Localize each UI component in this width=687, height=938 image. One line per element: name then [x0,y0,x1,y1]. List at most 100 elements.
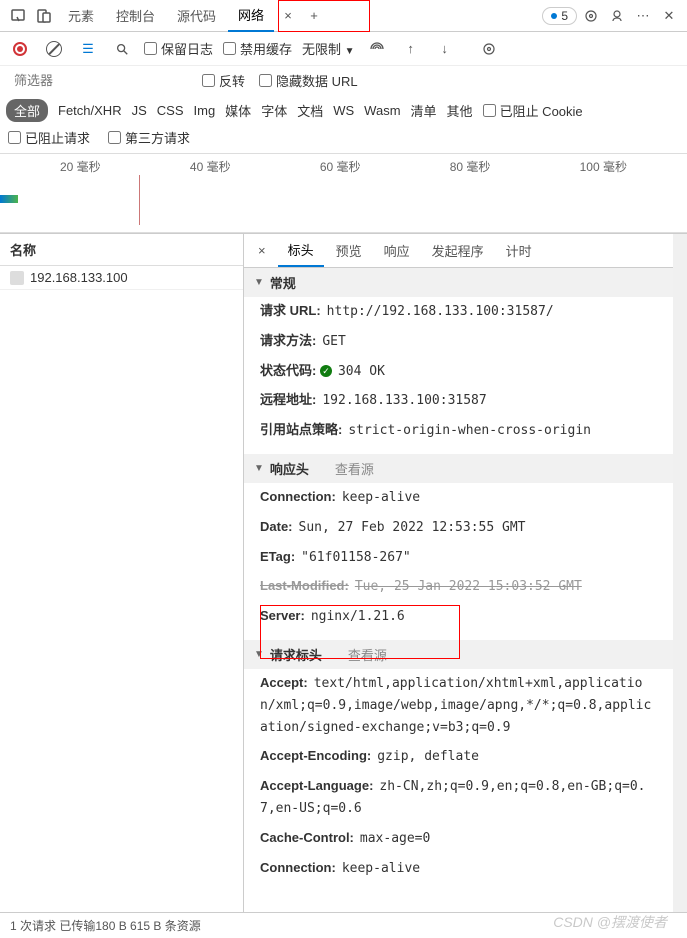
preserve-log-label: 保留日志 [161,39,213,58]
resp-connection-key: Connection: [260,489,336,504]
tab-elements[interactable]: 元素 [58,0,104,31]
tick-100: 100 毫秒 [580,158,627,175]
column-name-header[interactable]: 名称 [0,234,243,266]
device-icon[interactable] [32,4,56,28]
import-har-icon[interactable]: ↑ [399,37,423,61]
filter-input[interactable] [8,70,188,91]
feedback-icon[interactable] [605,4,629,28]
third-party-checkbox[interactable]: 第三方请求 [108,128,190,147]
hide-data-urls-checkbox[interactable]: 隐藏数据 URL [259,71,358,90]
remote-address-key: 远程地址: [260,392,316,407]
more-icon[interactable]: ⋯ [631,4,655,28]
resp-connection-value: keep-alive [342,490,420,505]
filter-other[interactable]: 其他 [447,101,473,120]
view-source-link[interactable]: 查看源 [335,459,374,478]
resp-etag-value: "61f01158-267" [301,550,411,565]
record-icon[interactable] [8,37,32,61]
preserve-log-checkbox[interactable]: 保留日志 [144,39,213,58]
general-section[interactable]: ▼常规 [244,268,673,297]
throttling-select[interactable]: 无限制 ▼ [302,39,355,58]
filter-all[interactable]: 全部 [6,99,48,122]
close-devtools-icon[interactable]: ✕ [657,4,681,28]
detail-tab-headers[interactable]: 标头 [278,234,324,267]
filter-media[interactable]: 媒体 [225,101,251,120]
referrer-policy-key: 引用站点策略: [260,422,342,437]
inspect-icon[interactable] [6,4,30,28]
request-method-value: GET [322,334,345,349]
resp-etag-key: ETag: [260,549,295,564]
response-headers-section[interactable]: ▼响应头查看源 [244,454,673,483]
export-har-icon[interactable]: ↓ [433,37,457,61]
request-name: 192.168.133.100 [30,270,128,285]
detail-tab-response[interactable]: 响应 [374,235,420,266]
req-connection-value: keep-alive [342,861,420,876]
request-url-value: http://192.168.133.100:31587/ [327,304,554,319]
req-accept-encoding-key: Accept-Encoding: [260,748,371,763]
disable-cache-label: 禁用缓存 [240,39,292,58]
invert-label: 反转 [219,71,245,90]
filter-toggle-icon[interactable]: ☰ [76,37,100,61]
waterfall-overview[interactable]: 20 毫秒 40 毫秒 60 毫秒 80 毫秒 100 毫秒 [0,153,687,233]
filter-ws[interactable]: WS [333,103,354,118]
resp-last-modified-value: Tue, 25 Jan 2022 15:03:52 GMT [355,579,582,594]
filter-fetch-xhr[interactable]: Fetch/XHR [58,103,122,118]
close-tab-icon[interactable]: × [276,4,300,28]
blocked-requests-checkbox[interactable]: 已阻止请求 [8,128,90,147]
detail-tab-timing[interactable]: 计时 [496,235,542,266]
tick-80: 80 毫秒 [450,158,491,175]
filter-doc[interactable]: 文档 [297,101,323,120]
resp-date-key: Date: [260,519,293,534]
request-row[interactable]: 192.168.133.100 [0,266,243,290]
filter-font[interactable]: 字体 [261,101,287,120]
disable-cache-checkbox[interactable]: 禁用缓存 [223,39,292,58]
search-icon[interactable] [110,37,134,61]
close-details-icon[interactable]: × [248,237,276,264]
tab-network[interactable]: 网络 [228,0,274,32]
issues-badge[interactable]: 5 [542,7,577,25]
req-connection-key: Connection: [260,860,336,875]
resp-server-value: nginx/1.21.6 [311,609,405,624]
scrollbar[interactable] [673,234,687,913]
view-source-link[interactable]: 查看源 [348,645,387,664]
filter-img[interactable]: Img [194,103,216,118]
referrer-policy-value: strict-origin-when-cross-origin [348,423,591,438]
document-icon [10,271,24,285]
detail-tab-initiator[interactable]: 发起程序 [422,235,494,266]
resp-server-key: Server: [260,608,305,623]
clear-icon[interactable] [42,37,66,61]
tab-sources[interactable]: 源代码 [167,0,226,31]
invert-checkbox[interactable]: 反转 [202,71,245,90]
status-code-key: 状态代码: [260,363,316,378]
filter-manifest[interactable]: 清单 [411,101,437,120]
add-tab-icon[interactable]: + [302,4,326,28]
hide-data-urls-label: 隐藏数据 URL [276,71,358,90]
req-accept-encoding-value: gzip, deflate [377,749,479,764]
filter-wasm[interactable]: Wasm [364,103,400,118]
issues-count: 5 [561,9,568,23]
resp-last-modified-key: Last-Modified: [260,578,349,593]
settings-gear-icon[interactable] [579,4,603,28]
status-bar: 1 次请求 已传输180 B 615 B 条资源 [0,912,687,938]
resp-date-value: Sun, 27 Feb 2022 12:53:55 GMT [299,520,526,535]
filter-js[interactable]: JS [132,103,147,118]
req-accept-key: Accept: [260,675,308,690]
tick-40: 40 毫秒 [190,158,231,175]
tab-console[interactable]: 控制台 [106,0,165,31]
req-accept-value: text/html,application/xhtml+xml,applicat… [260,676,651,735]
network-conditions-icon[interactable] [365,37,389,61]
timeline-marker [139,175,140,225]
tick-20: 20 毫秒 [60,158,101,175]
chevron-down-icon: ▼ [254,277,264,288]
tick-60: 60 毫秒 [320,158,361,175]
blocked-cookies-checkbox[interactable]: 已阻止 Cookie [483,101,583,120]
request-url-key: 请求 URL: [260,303,321,318]
req-cache-control-key: Cache-Control: [260,830,354,845]
request-headers-section[interactable]: ▼请求标头查看源 [244,640,673,669]
request-method-key: 请求方法: [260,333,316,348]
filter-css[interactable]: CSS [157,103,184,118]
timeline-bar [0,195,18,203]
detail-tab-preview[interactable]: 预览 [326,235,372,266]
req-cache-control-value: max-age=0 [360,831,430,846]
remote-address-value: 192.168.133.100:31587 [322,393,486,408]
network-settings-icon[interactable] [477,37,501,61]
